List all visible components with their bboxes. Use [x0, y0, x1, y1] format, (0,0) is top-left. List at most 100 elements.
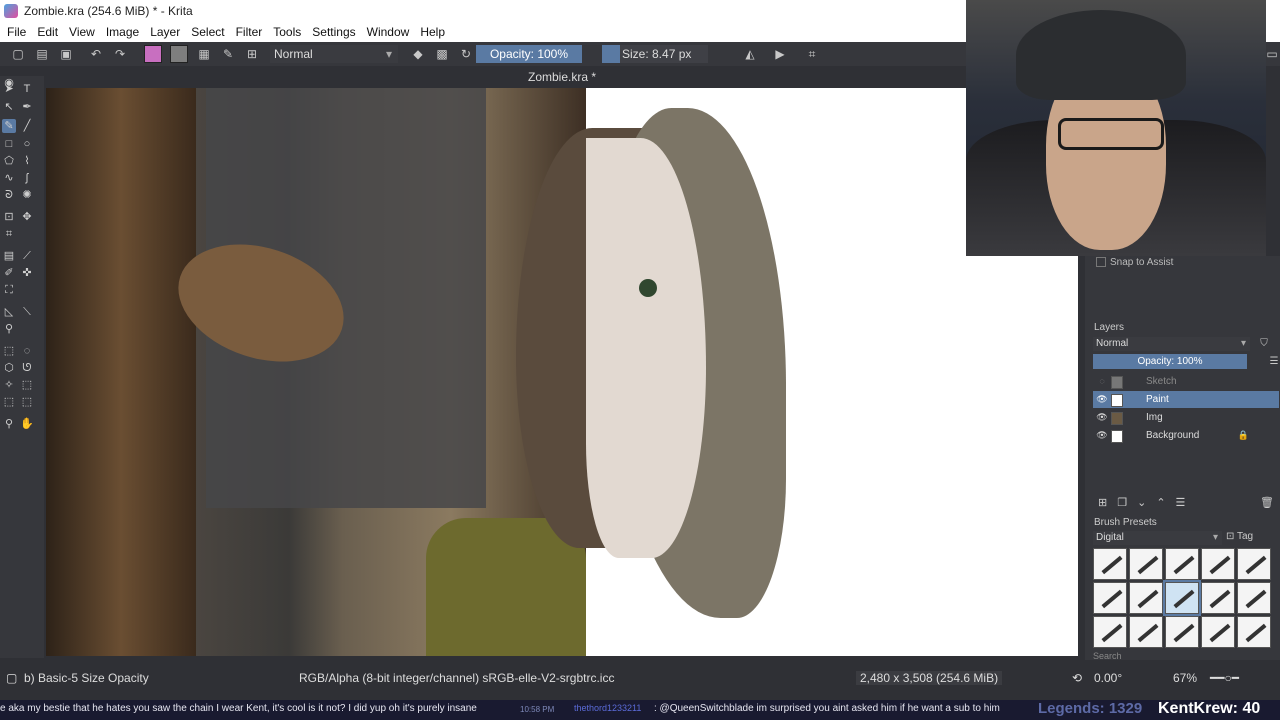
assistant-tool-icon[interactable]: ◺: [2, 305, 16, 319]
add-layer-icon[interactable]: ⊞: [1098, 496, 1107, 509]
save-icon[interactable]: ▣: [58, 46, 74, 62]
freehand-brush-tool-icon[interactable]: ✎: [2, 119, 16, 133]
brush-search-field[interactable]: Search: [1093, 651, 1122, 661]
mirror-horizontal-icon[interactable]: ◭: [742, 46, 758, 62]
brush-preset-item[interactable]: [1129, 616, 1163, 648]
pan-tool-icon[interactable]: ✋: [20, 417, 34, 431]
menu-select[interactable]: Select: [187, 25, 228, 39]
menu-help[interactable]: Help: [416, 25, 449, 39]
brush-preset-item[interactable]: [1165, 616, 1199, 648]
menu-edit[interactable]: Edit: [33, 25, 62, 39]
visible-eye-icon[interactable]: 👁: [1096, 409, 1108, 426]
menu-tools[interactable]: Tools: [269, 25, 305, 39]
brush-preset-item[interactable]: [1093, 616, 1127, 648]
zoom-tool-icon[interactable]: ⚲: [2, 417, 16, 431]
dynamic-brush-tool-icon[interactable]: ᘐ: [2, 188, 16, 202]
brush-preset-item[interactable]: [1237, 582, 1271, 614]
layer-row-img[interactable]: 👁 Img: [1093, 409, 1279, 426]
brush-preset-item[interactable]: [1237, 548, 1271, 580]
colorize-mask-tool-icon[interactable]: ✐: [2, 266, 16, 280]
brush-preset-item[interactable]: [1093, 548, 1127, 580]
brush-preset-item[interactable]: [1201, 582, 1235, 614]
polyline-tool-icon[interactable]: ⌇: [20, 154, 34, 168]
undo-icon[interactable]: ↶: [88, 46, 104, 62]
bezier-tool-icon[interactable]: ∿: [2, 171, 16, 185]
current-brush-label[interactable]: b) Basic-5 Size Opacity: [24, 671, 149, 685]
brush-preset-item-selected[interactable]: [1163, 580, 1201, 616]
menu-settings[interactable]: Settings: [308, 25, 359, 39]
lock-icon[interactable]: 🔒: [1238, 427, 1249, 444]
layer-properties-icon[interactable]: ☰: [1266, 354, 1280, 370]
text-tool-icon[interactable]: T: [20, 82, 34, 96]
line-tool-icon[interactable]: ╱: [20, 119, 34, 133]
layer-row-background[interactable]: 👁 Background 🔒: [1093, 427, 1279, 444]
polygon-tool-icon[interactable]: ⬠: [2, 154, 16, 168]
wrap-around-icon[interactable]: ⌗: [804, 46, 820, 62]
fill-tool-icon[interactable]: ⛶: [2, 283, 16, 297]
smart-patch-tool-icon[interactable]: ✜: [20, 266, 34, 280]
duplicate-layer-icon[interactable]: ❐: [1117, 496, 1127, 509]
brush-preset-icon[interactable]: ✎: [220, 46, 236, 62]
background-color-swatch[interactable]: [170, 45, 188, 63]
workspace-icon[interactable]: ▭: [1264, 46, 1280, 62]
calligraphy-tool-icon[interactable]: ✒: [20, 100, 34, 114]
polygonal-selection-icon[interactable]: ⬡: [2, 361, 16, 375]
menu-layer[interactable]: Layer: [146, 25, 184, 39]
opacity-slider[interactable]: Opacity: 100%: [476, 45, 582, 63]
layer-opacity-slider[interactable]: Opacity: 100%: [1093, 354, 1247, 369]
foreground-color-swatch[interactable]: [144, 45, 162, 63]
zoom-slider[interactable]: ━━○━: [1210, 671, 1239, 685]
delete-layer-icon[interactable]: 🗑: [1260, 496, 1274, 509]
menu-filter[interactable]: Filter: [232, 25, 267, 39]
color-space-label[interactable]: RGB/Alpha (8-bit integer/channel) sRGB-e…: [299, 671, 614, 685]
crop-tool-icon[interactable]: ⌗: [2, 227, 16, 241]
menu-view[interactable]: View: [65, 25, 99, 39]
brush-grid-icon[interactable]: ⊞: [244, 46, 260, 62]
select-shapes-tool-icon[interactable]: ➤: [2, 82, 16, 96]
layers-blend-dropdown[interactable]: Normal: [1093, 337, 1250, 351]
brush-presets-filter-dropdown[interactable]: Digital: [1093, 531, 1222, 545]
layer-filter-icon[interactable]: ⛉: [1256, 336, 1272, 352]
brush-preset-item[interactable]: [1129, 582, 1163, 614]
color-picker-tool-icon[interactable]: ⟋: [20, 249, 34, 263]
document-tab[interactable]: Zombie.kra *: [46, 66, 1078, 88]
menu-file[interactable]: File: [3, 25, 30, 39]
snap-to-assist-checkbox[interactable]: Snap to Assist: [1096, 257, 1173, 268]
reload-preset-icon[interactable]: ↻: [458, 46, 474, 62]
move-tool-icon[interactable]: ✥: [20, 210, 34, 224]
preserve-alpha-icon[interactable]: ▩: [434, 46, 450, 62]
visible-eye-icon[interactable]: 👁: [1096, 391, 1108, 408]
edit-shapes-tool-icon[interactable]: ↖: [2, 100, 16, 114]
multibrush-tool-icon[interactable]: ✺: [20, 188, 34, 202]
mirror-vertical-icon[interactable]: ▶: [772, 46, 788, 62]
brush-preset-item[interactable]: [1201, 616, 1235, 648]
move-layer-up-icon[interactable]: ⌃: [1156, 496, 1165, 509]
open-document-icon[interactable]: ▤: [34, 46, 50, 62]
ellipse-tool-icon[interactable]: ○: [20, 137, 34, 151]
move-layer-down-icon[interactable]: ⌄: [1137, 496, 1146, 509]
transform-tool-icon[interactable]: ⊡: [2, 210, 16, 224]
brush-preset-item[interactable]: [1129, 548, 1163, 580]
contiguous-selection-icon[interactable]: ✧: [2, 378, 16, 392]
brush-preset-item[interactable]: [1201, 548, 1235, 580]
fill-patterns-icon[interactable]: ▦: [196, 46, 212, 62]
hidden-eye-icon[interactable]: ◌: [1096, 373, 1108, 390]
blend-mode-dropdown[interactable]: Normal: [270, 45, 398, 63]
rectangle-tool-icon[interactable]: □: [2, 137, 16, 151]
freehand-selection-icon[interactable]: ᘎ: [20, 361, 34, 375]
drawing-canvas[interactable]: [46, 88, 1078, 656]
similar-color-selection-icon[interactable]: ⬚: [20, 378, 34, 392]
menu-image[interactable]: Image: [102, 25, 143, 39]
reference-images-tool-icon[interactable]: ⚲: [2, 322, 16, 336]
measure-tool-icon[interactable]: ⟍: [20, 305, 34, 319]
magnetic-selection-icon[interactable]: ⬚: [20, 395, 34, 409]
gradient-tool-icon[interactable]: ▤: [2, 249, 16, 263]
eraser-mode-icon[interactable]: ◆: [410, 46, 426, 62]
freehand-path-tool-icon[interactable]: ʃ: [20, 171, 34, 185]
rotation-value[interactable]: 0.00°: [1094, 671, 1122, 685]
brush-preset-item[interactable]: [1093, 582, 1127, 614]
new-document-icon[interactable]: ▢: [10, 46, 26, 62]
layer-row-sketch[interactable]: ◌ Sketch: [1093, 373, 1279, 390]
zoom-value[interactable]: 67%: [1173, 671, 1197, 685]
tag-button[interactable]: ⊡ Tag: [1226, 531, 1253, 542]
